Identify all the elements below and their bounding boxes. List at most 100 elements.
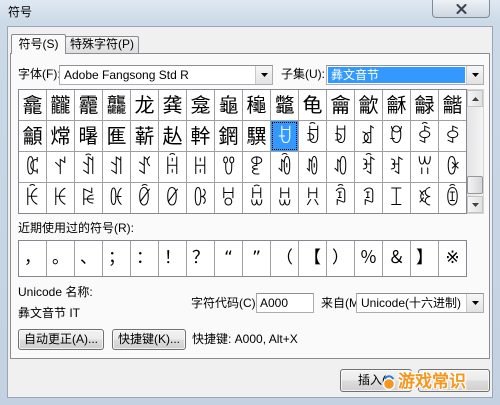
symbol-cell[interactable]: ꀇ <box>19 152 46 182</box>
subset-dropdown-button[interactable] <box>466 66 483 84</box>
symbol-cell[interactable]: ꀋ <box>131 152 158 182</box>
recent-symbol-cell[interactable]: ！ <box>159 241 186 276</box>
from-dropdown-button[interactable] <box>466 294 483 312</box>
recent-symbol-cell[interactable]: ， <box>19 241 46 276</box>
symbol-cell[interactable]: ꀜ <box>159 183 186 213</box>
symbol-cell[interactable]: 龦 <box>47 121 74 151</box>
symbol-cell[interactable]: 龡 <box>355 90 382 120</box>
symbol-cell[interactable]: 龖 <box>47 90 74 120</box>
symbol-cell[interactable]: ꀛ <box>131 183 158 213</box>
symbol-cell[interactable]: ꀠ <box>271 183 298 213</box>
symbol-cell[interactable]: 龥 <box>19 121 46 151</box>
char-code-label: 字符代码(C): <box>191 296 259 310</box>
recent-symbol-cell[interactable]: ＆ <box>383 241 410 276</box>
symbol-cell[interactable]: ꀣ <box>355 183 382 213</box>
symbol-cell[interactable]: 龧 <box>75 121 102 151</box>
symbol-cell[interactable]: 龠 <box>327 90 354 120</box>
symbol-cell[interactable]: ꀔ <box>383 152 410 182</box>
symbol-cell[interactable]: 龪 <box>159 121 186 151</box>
symbol-cell[interactable]: ꀈ <box>47 152 74 182</box>
symbol-cell[interactable]: ꀕ <box>411 152 438 182</box>
from-combobox[interactable]: Unicode(十六进制) <box>356 293 484 313</box>
symbol-cell[interactable]: ꀓ <box>355 152 382 182</box>
symbol-cell[interactable]: ꀥ <box>411 183 438 213</box>
symbol-cell[interactable]: ꀒ <box>327 152 354 182</box>
recent-symbol-cell[interactable]: 】 <box>411 241 438 276</box>
scroll-up-button[interactable] <box>467 90 483 107</box>
symbol-cell[interactable]: 龟 <box>299 90 326 120</box>
symbol-cell[interactable]: 龩 <box>131 121 158 151</box>
symbol-cell[interactable]: 龜 <box>215 90 242 120</box>
symbol-cell[interactable]: ꀐ <box>271 152 298 182</box>
symbol-cell[interactable]: ꀘ <box>47 183 74 213</box>
symbol-cell[interactable]: ꀗ <box>19 183 46 213</box>
symbol-cell[interactable]: ꀁ <box>299 121 326 151</box>
subset-combobox[interactable]: 彝文音节 <box>326 65 484 85</box>
symbol-cell[interactable]: ꀙ <box>75 183 102 213</box>
symbol-cell[interactable]: ꀟ <box>243 183 270 213</box>
symbol-cell[interactable]: ꀌ <box>159 152 186 182</box>
symbol-cell[interactable]: 龫 <box>187 121 214 151</box>
close-icon <box>456 3 466 14</box>
symbol-cell[interactable]: 龣 <box>411 90 438 120</box>
recent-symbol-cell[interactable]: 、 <box>75 241 102 276</box>
symbol-cell[interactable]: ꀍ <box>187 152 214 182</box>
symbol-cell[interactable]: ꀚ <box>103 183 130 213</box>
symbol-cell[interactable]: ꀢ <box>327 183 354 213</box>
symbol-cell[interactable]: ꀃ <box>355 121 382 151</box>
symbol-cell[interactable]: ꀤ <box>383 183 410 213</box>
scroll-thumb[interactable] <box>467 176 483 194</box>
char-code-input[interactable]: A000 <box>256 293 314 313</box>
symbol-cell[interactable]: 龕 <box>19 90 46 120</box>
symbol-cell[interactable]: ꀝ <box>187 183 214 213</box>
symbol-cell[interactable]: 龨 <box>103 121 130 151</box>
symbol-cell[interactable]: 龙 <box>131 90 158 120</box>
symbol-cell[interactable]: ꀅ <box>411 121 438 151</box>
recent-symbol-cell[interactable]: “ <box>215 241 242 276</box>
font-combobox[interactable]: Adobe Fangsong Std R <box>59 65 273 85</box>
symbol-cell[interactable]: ꀆ <box>439 121 466 151</box>
symbol-cell[interactable]: ꀄ <box>383 121 410 151</box>
recent-symbol-cell[interactable]: ） <box>327 241 354 276</box>
symbol-cell[interactable]: 龗 <box>75 90 102 120</box>
symbol-cell[interactable]: ꀡ <box>299 183 326 213</box>
symbol-cell[interactable]: 龢 <box>383 90 410 120</box>
shortcut-key-button[interactable]: 快捷键(K)... <box>112 329 186 350</box>
symbol-cell[interactable]: ꀞ <box>215 183 242 213</box>
recent-symbol-cell[interactable]: ？ <box>187 241 214 276</box>
symbol-cell[interactable]: ꀖ <box>439 152 466 182</box>
symbol-cell[interactable]: ꀑ <box>299 152 326 182</box>
symbol-grid-scrollbar[interactable] <box>467 89 484 214</box>
subset-label: 子集(U): <box>281 67 325 81</box>
recent-symbol-cell[interactable]: ： <box>131 241 158 276</box>
recent-symbol-cell[interactable]: （ <box>271 241 298 276</box>
tab-symbols[interactable]: 符号(S) <box>11 34 66 54</box>
scroll-down-button[interactable] <box>467 196 483 213</box>
symbol-cell[interactable]: 龚 <box>159 90 186 120</box>
symbol-cell[interactable]: ꀦ <box>439 183 466 213</box>
symbol-cell[interactable]: 龝 <box>243 90 270 120</box>
symbol-cell[interactable]: ꀊ <box>103 152 130 182</box>
tab-special-characters[interactable]: 特殊字符(P) <box>65 36 139 53</box>
recent-symbol-cell[interactable]: 【 <box>299 241 326 276</box>
symbol-cell[interactable]: ꀂ <box>327 121 354 151</box>
recent-symbol-cell[interactable]: ※ <box>439 241 466 276</box>
symbol-cell[interactable]: 龘 <box>103 90 130 120</box>
symbol-cell[interactable]: 龬 <box>215 121 242 151</box>
symbol-cell[interactable]: 龤 <box>439 90 466 120</box>
symbol-cell[interactable]: ꀎ <box>215 152 242 182</box>
symbol-cell[interactable]: 龛 <box>187 90 214 120</box>
symbol-cell[interactable]: 龞 <box>271 90 298 120</box>
symbol-cell[interactable]: 龭 <box>243 121 270 151</box>
recent-symbol-cell[interactable]: ％ <box>355 241 382 276</box>
symbol-cell-selected[interactable]: ꀀ <box>271 121 298 151</box>
recent-symbol-cell[interactable]: ； <box>103 241 130 276</box>
close-button[interactable] <box>432 0 490 18</box>
autocorrect-button[interactable]: 自动更正(A)... <box>18 329 104 350</box>
font-dropdown-button[interactable] <box>255 66 272 84</box>
symbol-cell[interactable]: ꀏ <box>243 152 270 182</box>
recent-symbol-cell[interactable]: 。 <box>47 241 74 276</box>
symbol-cell[interactable]: ꀉ <box>75 152 102 182</box>
unicode-name-label: Unicode 名称: <box>18 285 93 299</box>
recent-symbol-cell[interactable]: ” <box>243 241 270 276</box>
